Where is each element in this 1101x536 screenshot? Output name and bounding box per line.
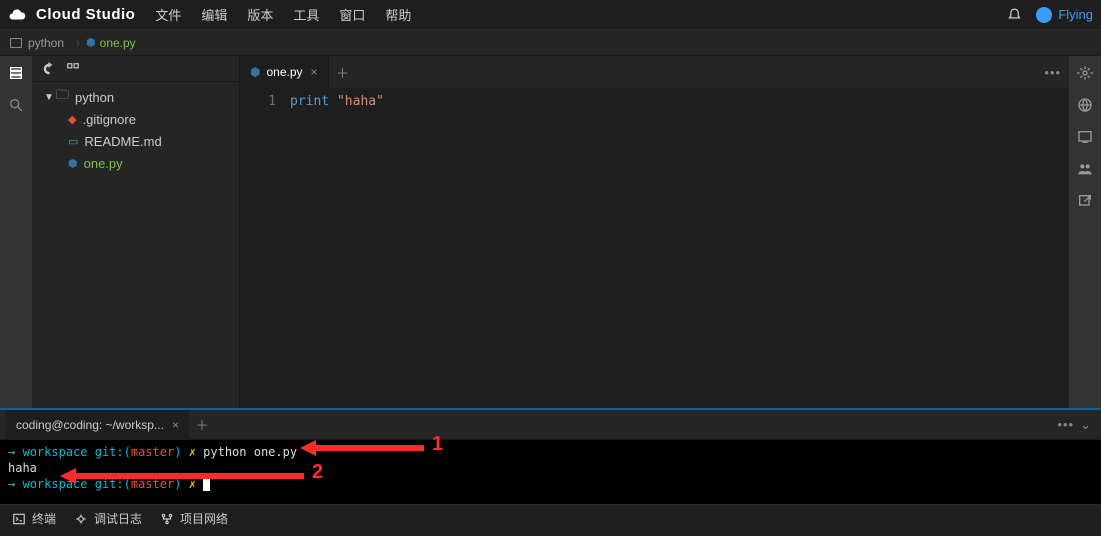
menu-version[interactable]: 版本 [247, 5, 273, 24]
terminal-more-icon[interactable]: ••• [1057, 417, 1074, 432]
close-icon[interactable]: × [172, 418, 179, 432]
menu-edit[interactable]: 编辑 [201, 5, 227, 24]
tree-file-readme[interactable]: ▭ README.md [32, 130, 239, 152]
cloud-logo-icon [8, 6, 26, 24]
terminal-body[interactable]: → workspace git:(master) ✗ python one.py… [0, 440, 1101, 504]
line-number: 1 [240, 94, 276, 109]
folder-icon [10, 38, 22, 48]
open-external-icon[interactable] [1076, 192, 1094, 210]
folder-open-icon: 🗀 [56, 86, 69, 108]
status-debug-label: 调试日志 [94, 510, 142, 527]
status-network-label: 项目网络 [180, 510, 228, 527]
terminal-cursor [203, 479, 210, 491]
breadcrumb: python › ⬢ one.py [0, 30, 1101, 56]
prompt-arrow: → [8, 477, 15, 491]
code-string: "haha" [337, 94, 384, 109]
tree-file-onepy[interactable]: ⬢ one.py [32, 152, 239, 174]
prompt-workspace: workspace [22, 477, 87, 491]
new-terminal-button[interactable]: ＋ [189, 415, 215, 434]
prompt-git: git:( [95, 445, 131, 459]
explorer-icon[interactable] [7, 64, 25, 82]
prompt-arrow: → [8, 445, 15, 459]
menu-tools[interactable]: 工具 [293, 5, 319, 24]
tree-folder-label: python [75, 90, 114, 105]
prompt-workspace: workspace [22, 445, 87, 459]
status-debug[interactable]: 调试日志 [74, 510, 142, 527]
username[interactable]: Flying [1058, 7, 1093, 22]
tree-file-label: README.md [84, 134, 161, 149]
prompt-dirty: ✗ [189, 445, 196, 459]
terminal-command: python one.py [203, 445, 297, 459]
search-icon[interactable] [7, 96, 25, 114]
prompt-git: git:( [95, 477, 131, 491]
tree-file-label: one.py [84, 156, 123, 171]
tree-file-label: .gitignore [82, 112, 135, 127]
status-network[interactable]: 项目网络 [160, 510, 228, 527]
close-icon[interactable]: × [311, 65, 318, 79]
chevron-down-icon: ▼ [44, 92, 54, 103]
status-terminal-label: 终端 [32, 510, 56, 527]
status-terminal[interactable]: 终端 [12, 510, 56, 527]
git-icon: ◆ [68, 113, 76, 126]
code-line[interactable]: print "haha" [290, 94, 384, 408]
prompt-branch: master [131, 445, 174, 459]
chevron-right-icon: › [76, 36, 80, 50]
prompt-branch: master [131, 477, 174, 491]
python-icon: ⬢ [68, 157, 78, 170]
breadcrumb-file[interactable]: ⬢ one.py [86, 36, 136, 50]
menu-help[interactable]: 帮助 [385, 5, 411, 24]
breadcrumb-folder-label: python [28, 36, 64, 50]
menu-window[interactable]: 窗口 [339, 5, 365, 24]
code-keyword: print [290, 94, 329, 109]
prompt-git-end: ) [174, 445, 181, 459]
breadcrumb-folder[interactable]: python [10, 36, 64, 50]
tree-folder-root[interactable]: ▼ 🗀 python [32, 86, 239, 108]
markdown-icon: ▭ [68, 135, 78, 148]
avatar[interactable] [1036, 7, 1052, 23]
collapse-icon[interactable] [66, 62, 80, 76]
tree-file-gitignore[interactable]: ◆ .gitignore [32, 108, 239, 130]
prompt-dirty: ✗ [189, 477, 196, 491]
users-icon[interactable] [1076, 160, 1094, 178]
globe-icon[interactable] [1076, 96, 1094, 114]
chevron-down-icon[interactable]: ⌄ [1080, 417, 1091, 433]
new-tab-button[interactable]: ＋ [329, 63, 357, 82]
editor-more-icon[interactable]: ••• [1044, 65, 1061, 80]
terminal-output: haha [8, 460, 1093, 476]
prompt-git-end: ) [174, 477, 181, 491]
breadcrumb-file-label: one.py [100, 36, 136, 50]
debug-icon[interactable] [1076, 64, 1094, 82]
python-icon: ⬢ [86, 36, 96, 49]
preview-icon[interactable] [1076, 128, 1094, 146]
notification-bell-icon[interactable] [1007, 6, 1022, 24]
app-brand: Cloud Studio [36, 6, 135, 23]
python-icon: ⬢ [250, 65, 260, 79]
refresh-icon[interactable] [42, 62, 56, 76]
terminal-tab[interactable]: coding@coding: ~/worksp... × [6, 410, 189, 440]
menu-file[interactable]: 文件 [155, 5, 181, 24]
terminal-tab-label: coding@coding: ~/worksp... [16, 418, 164, 432]
editor-tab-onepy[interactable]: ⬢ one.py × [240, 56, 329, 88]
editor-tab-label: one.py [266, 65, 302, 79]
